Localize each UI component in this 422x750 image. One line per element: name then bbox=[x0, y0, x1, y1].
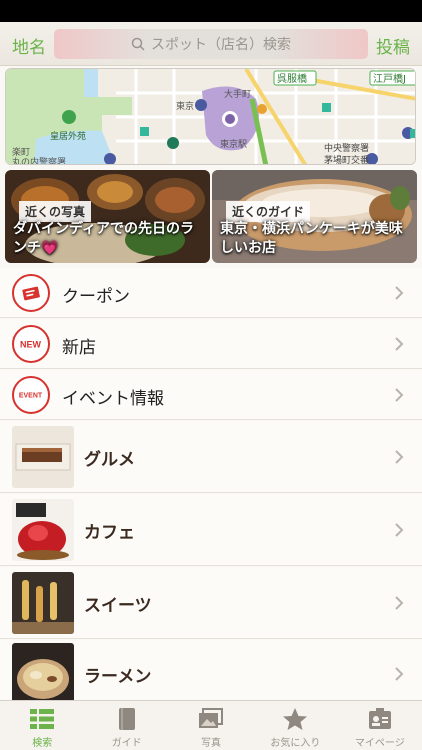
map-label-otemachi: 大手町 bbox=[224, 88, 251, 100]
card-title: 東京・横浜パンケーキが美味しいお店 bbox=[220, 221, 403, 256]
chevron-right-icon bbox=[395, 450, 404, 464]
star-icon bbox=[283, 708, 308, 730]
status-bar bbox=[0, 0, 422, 22]
tab-photos[interactable]: 写真 bbox=[169, 701, 253, 750]
map-label-marunouchi-police: 丸の内警察署 bbox=[12, 156, 66, 165]
book-icon bbox=[118, 708, 135, 730]
tab-favorites[interactable]: お気に入り bbox=[253, 701, 337, 750]
chevron-right-icon bbox=[395, 596, 404, 610]
map-label-koban: 茅場町交番 bbox=[324, 154, 369, 165]
gourmet-thumbnail bbox=[12, 426, 74, 488]
map-graphic: 呉服橋 江戸橋J 東京 皇居外苑 大手町 中央警察署 茅場町交番 東京駅 楽町 … bbox=[6, 69, 415, 165]
profile-card-icon bbox=[368, 708, 391, 729]
sweets-thumbnail bbox=[12, 572, 74, 634]
list-item-sweets[interactable]: スイーツ bbox=[0, 567, 422, 639]
map-label-kokyo-gaien: 皇居外苑 bbox=[50, 130, 86, 142]
map-label-edobashi: 江戸橋J bbox=[373, 72, 406, 85]
card-title: ダバインディアでの先日のランチ💗 bbox=[13, 221, 195, 256]
tab-label: お気に入り bbox=[270, 738, 321, 749]
tab-guide[interactable]: ガイド bbox=[84, 701, 168, 750]
search-placeholder: スポット（店名）検索 bbox=[151, 37, 291, 53]
map-label-gofukubashi: 呉服橋 bbox=[277, 72, 307, 85]
svg-text:EVENT: EVENT bbox=[19, 393, 43, 400]
cafe-thumbnail bbox=[12, 499, 74, 561]
tab-search[interactable]: 検索 bbox=[0, 701, 84, 750]
tab-label: 写真 bbox=[201, 738, 222, 749]
list-item-gourmet[interactable]: グルメ bbox=[0, 421, 422, 493]
chevron-right-icon bbox=[395, 667, 404, 681]
list-item-label: スイーツ bbox=[84, 596, 152, 616]
navigation-bar: 地名 スポット（店名）検索 投稿 bbox=[0, 22, 422, 66]
list-item-label: カフェ bbox=[84, 523, 135, 543]
tab-label: 検索 bbox=[32, 738, 53, 749]
post-button[interactable]: 投稿 bbox=[376, 33, 410, 58]
new-badge-icon: NEW bbox=[12, 325, 50, 363]
chevron-right-icon bbox=[395, 337, 404, 351]
event-badge-icon: EVENT bbox=[12, 376, 50, 414]
coupon-icon bbox=[12, 274, 50, 312]
svg-text:NEW: NEW bbox=[20, 340, 42, 350]
photo-icon bbox=[199, 708, 224, 728]
nearby-guide-card[interactable]: 近くのガイド 東京・横浜パンケーキが美味しいお店 bbox=[212, 170, 417, 263]
map-label-yurakucho: 楽町 bbox=[12, 146, 30, 158]
list-item-event-info[interactable]: EVENT イベント情報 bbox=[0, 370, 422, 420]
chevron-right-icon bbox=[395, 523, 404, 537]
map-label-police: 中央警察署 bbox=[324, 142, 369, 154]
list-item-label: グルメ bbox=[84, 450, 135, 470]
list-item-new-shops[interactable]: NEW 新店 bbox=[0, 319, 422, 369]
chevron-right-icon bbox=[395, 388, 404, 402]
list-item-label: イベント情報 bbox=[62, 389, 164, 409]
list-item-label: ラーメン bbox=[84, 667, 152, 687]
ramen-thumbnail bbox=[12, 643, 74, 705]
nearby-photo-card[interactable]: 近くの写真 ダバインディアでの先日のランチ💗 bbox=[5, 170, 210, 263]
place-name-button[interactable]: 地名 bbox=[12, 33, 46, 58]
tab-label: ガイド bbox=[111, 738, 142, 749]
list-item-coupon[interactable]: クーポン bbox=[0, 268, 422, 318]
list-item-cafe[interactable]: カフェ bbox=[0, 494, 422, 566]
list-item-label: クーポン bbox=[62, 287, 130, 307]
spot-search-input[interactable]: スポット（店名）検索 bbox=[54, 29, 368, 59]
list-icon bbox=[30, 709, 55, 729]
tab-bar: 検索 ガイド 写真 お気に入り マイページ bbox=[0, 700, 422, 750]
chevron-right-icon bbox=[395, 286, 404, 300]
card-tag: 近くの写真 bbox=[19, 201, 92, 222]
tab-my-page[interactable]: マイページ bbox=[338, 701, 422, 750]
list-item-label: 新店 bbox=[62, 338, 96, 358]
map-label-tokyo: 東京 bbox=[176, 100, 194, 112]
tab-label: マイページ bbox=[354, 738, 405, 749]
area-map[interactable]: 呉服橋 江戸橋J 東京 皇居外苑 大手町 中央警察署 茅場町交番 東京駅 楽町 … bbox=[5, 68, 416, 165]
search-icon bbox=[131, 37, 145, 51]
card-tag: 近くのガイド bbox=[226, 201, 311, 222]
list-item-ramen[interactable]: ラーメン bbox=[0, 640, 422, 705]
map-label-tokyo-station: 東京駅 bbox=[220, 138, 247, 150]
